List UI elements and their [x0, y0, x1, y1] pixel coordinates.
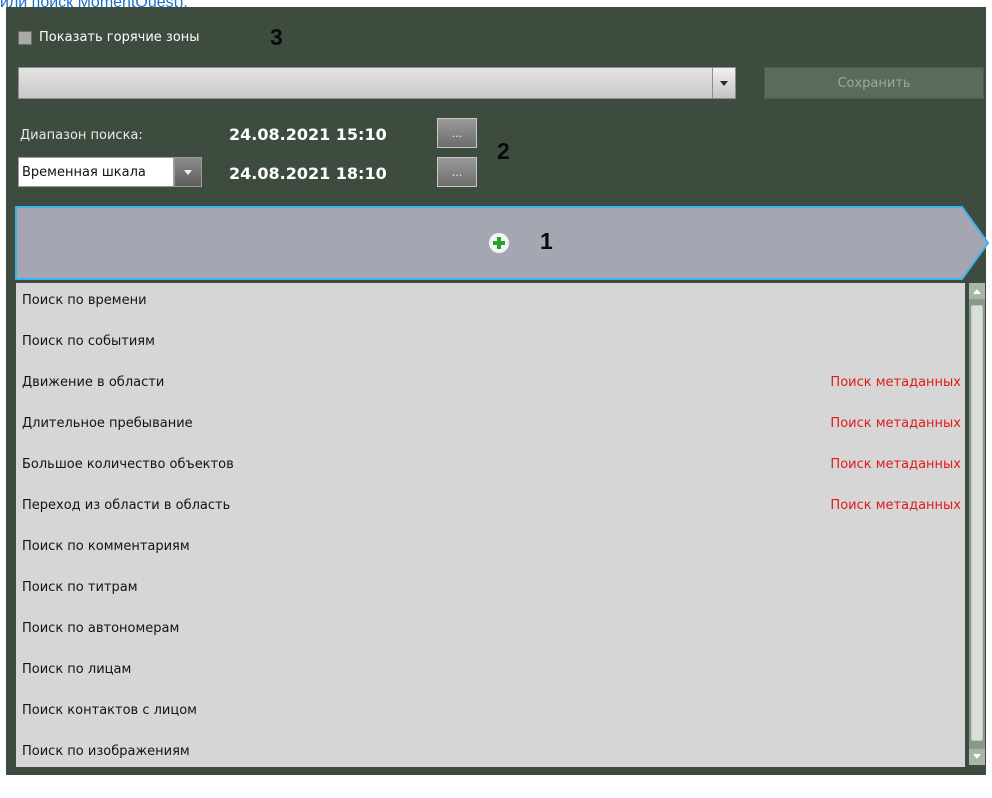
search-range-label: Диапазон поиска: [20, 128, 143, 143]
list-item[interactable]: Поиск по событиям [16, 321, 965, 362]
list-item-label: Поиск по автономерам [22, 621, 180, 636]
search-range-start: 24.08.2021 15:10 [229, 125, 387, 144]
list-item[interactable]: Поиск по времени [16, 283, 965, 321]
list-item-label: Поиск по времени [22, 293, 147, 308]
list-item-label: Поиск по комментариям [22, 539, 190, 554]
save-button[interactable]: Сохранить [764, 67, 984, 99]
list-item[interactable]: Поиск по изображениям [16, 731, 965, 767]
show-hot-zones-row[interactable]: Показать горячие зоны [18, 30, 200, 45]
show-hot-zones-checkbox[interactable] [18, 30, 32, 45]
scale-select-field[interactable]: Временная шкала [18, 157, 174, 187]
plus-icon[interactable] [489, 233, 509, 253]
annotation-two: 2 [497, 138, 510, 164]
list-item-badge: Поиск метаданных [830, 498, 961, 513]
list-item[interactable]: Движение в области Поиск метаданных [16, 362, 965, 403]
chevron-down-icon [720, 81, 728, 86]
annotation-three: 3 [270, 24, 283, 50]
list-item[interactable]: Большое количество объектов Поиск метада… [16, 444, 965, 485]
list-item-badge: Поиск метаданных [830, 375, 961, 390]
list-item[interactable]: Поиск по лицам [16, 649, 965, 690]
chevron-down-icon [184, 170, 192, 175]
scale-select-dropdown-button[interactable] [174, 157, 202, 187]
list-item-badge: Поиск метаданных [830, 416, 961, 431]
search-range-end: 24.08.2021 18:10 [229, 164, 387, 183]
list-item-label: Большое количество объектов [22, 457, 234, 472]
list-item-label: Поиск по лицам [22, 662, 132, 677]
list-scrollbar[interactable] [969, 283, 985, 765]
list-item-label: Поиск по изображениям [22, 744, 190, 759]
list-item[interactable]: Поиск контактов с лицом [16, 690, 965, 731]
preset-select[interactable] [18, 67, 736, 99]
list-item[interactable]: Поиск по титрам [16, 567, 965, 608]
show-hot-zones-label: Показать горячие зоны [39, 30, 200, 45]
scroll-up-icon[interactable] [969, 283, 985, 299]
list-item-label: Поиск по титрам [22, 580, 138, 595]
list-item-label: Длительное пребывание [22, 416, 193, 431]
list-item-label: Движение в области [22, 375, 165, 390]
list-item[interactable]: Поиск по автономерам [16, 608, 965, 649]
scale-select[interactable]: Временная шкала [18, 157, 202, 187]
list-item-label: Поиск контактов с лицом [22, 703, 197, 718]
list-item-label: Переход из области в область [22, 498, 231, 513]
preset-select-field[interactable] [18, 67, 712, 99]
search-type-list: Поиск по времени Поиск по событиям Движе… [16, 283, 965, 767]
list-item[interactable]: Переход из области в область Поиск метад… [16, 485, 965, 526]
end-date-picker-button[interactable]: ... [437, 157, 477, 187]
list-item[interactable]: Поиск по комментариям [16, 526, 965, 567]
list-item[interactable]: Длительное пребывание Поиск метаданных [16, 403, 965, 444]
scrollbar-thumb[interactable] [971, 305, 983, 741]
list-item-label: Поиск по событиям [22, 334, 155, 349]
annotation-one: 1 [540, 228, 553, 254]
start-date-picker-button[interactable]: ... [437, 118, 477, 148]
list-item-badge: Поиск метаданных [830, 457, 961, 472]
preset-select-dropdown-button[interactable] [712, 67, 736, 99]
scroll-down-icon[interactable] [969, 749, 985, 765]
